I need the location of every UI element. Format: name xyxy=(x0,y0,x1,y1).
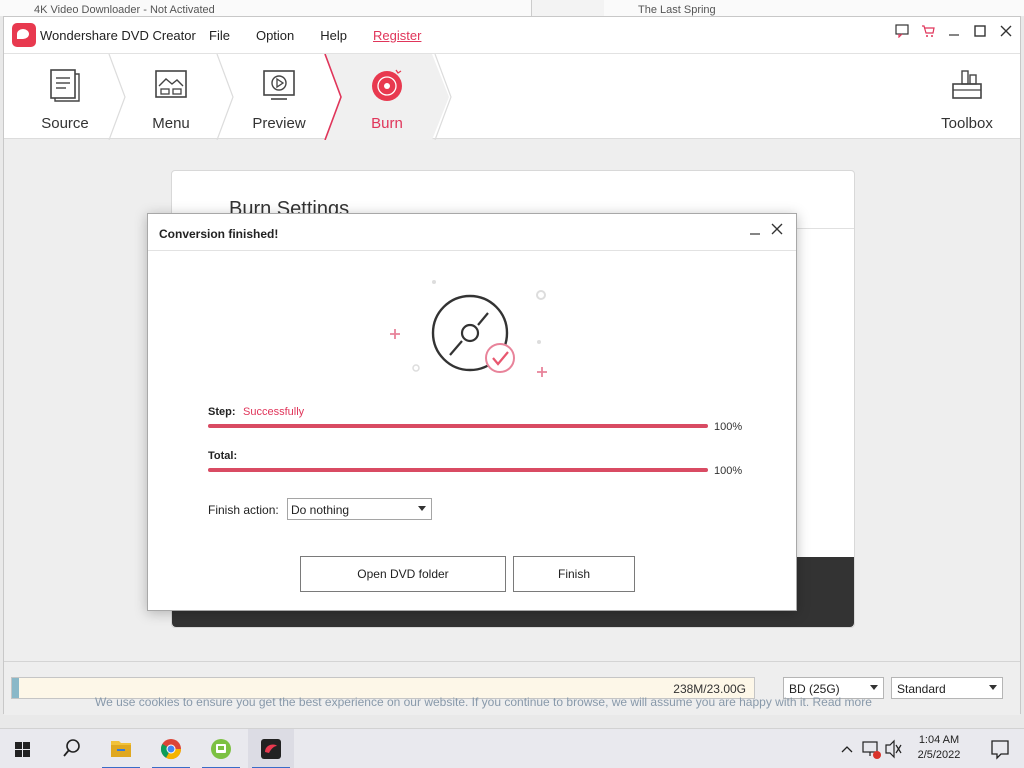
quality-select[interactable]: Standard xyxy=(891,677,1003,699)
disc-success-illustration-icon xyxy=(390,280,547,377)
taskbar-4k-downloader[interactable] xyxy=(198,729,244,768)
disc-type-select[interactable]: BD (25G) xyxy=(783,677,884,699)
step-percent: 100% xyxy=(714,421,743,433)
step-source[interactable]: Source xyxy=(10,54,120,140)
taskbar-clock[interactable]: 1:04 AM 2/5/2022 xyxy=(906,733,972,763)
search-button[interactable] xyxy=(48,729,94,768)
toolbox-icon xyxy=(952,70,982,99)
chrome-icon xyxy=(160,739,182,760)
cookie-notice: We use cookies to ensure you get the bes… xyxy=(95,697,872,709)
taskbar-chrome[interactable] xyxy=(148,729,194,768)
taskbar: 1:04 AM 2/5/2022 xyxy=(0,728,1024,768)
network-icon xyxy=(862,741,878,753)
step-toolbar: Source Menu Preview Burn Toolbox xyxy=(4,53,1022,140)
search-icon xyxy=(63,739,80,757)
menu-register[interactable]: Register xyxy=(373,28,421,43)
capacity-used-fill xyxy=(12,678,20,698)
step-burn[interactable]: Burn xyxy=(332,54,442,140)
title-bar: Wondershare DVD Creator File Option Help… xyxy=(4,17,1020,53)
background-window-right[interactable]: The Last Spring xyxy=(604,0,1024,16)
total-progress-fill xyxy=(208,468,708,472)
background-window-right-title: The Last Spring xyxy=(638,4,716,16)
volume-icon xyxy=(885,739,895,759)
dialog-title: Conversion finished! xyxy=(159,227,279,241)
system-tray xyxy=(838,729,904,768)
notification-icon xyxy=(991,740,1009,760)
app-title: Wondershare DVD Creator xyxy=(40,28,196,43)
dialog-close-icon[interactable] xyxy=(770,222,784,241)
close-icon[interactable] xyxy=(998,24,1014,41)
finish-action-select[interactable]: Do nothing xyxy=(287,498,432,520)
step-source-label: Source xyxy=(41,115,89,132)
taskbar-file-explorer[interactable] xyxy=(98,729,144,768)
finish-action-label: Finish action: xyxy=(208,503,279,517)
window-controls xyxy=(894,24,1014,41)
step-progress-fill xyxy=(208,424,708,428)
windows-logo-icon xyxy=(15,742,30,757)
background-window-left-title: 4K Video Downloader - Not Activated xyxy=(34,4,215,16)
step-separator-chevron xyxy=(434,54,452,140)
step-status: Successfully xyxy=(243,406,305,418)
chevron-down-icon xyxy=(418,506,426,511)
background-window-left[interactable]: 4K Video Downloader - Not Activated xyxy=(0,0,532,16)
finish-action-value: Do nothing xyxy=(291,503,350,517)
start-button[interactable] xyxy=(0,729,46,768)
step-progress-bar xyxy=(208,424,708,428)
dialog-minimize-icon[interactable] xyxy=(748,222,762,239)
dialog-header: Conversion finished! xyxy=(148,214,796,251)
menu-bar: File Option Help Register xyxy=(209,28,447,43)
menu-option[interactable]: Option xyxy=(256,28,294,43)
total-progress-bar xyxy=(208,468,708,472)
step-preview[interactable]: Preview xyxy=(224,54,334,140)
menu-help[interactable]: Help xyxy=(320,28,347,43)
conversion-dialog: Conversion finished! Step: Successfully … xyxy=(147,213,797,611)
background-windows: 4K Video Downloader - Not Activated The … xyxy=(0,0,1024,16)
notifications-button[interactable] xyxy=(976,729,1024,768)
app-logo-icon xyxy=(12,23,36,47)
step-preview-label: Preview xyxy=(252,115,306,132)
finish-button[interactable]: Finish xyxy=(513,556,635,592)
toolbox-label: Toolbox xyxy=(941,115,993,132)
toolbox-button[interactable]: Toolbox xyxy=(912,54,1022,140)
minimize-icon[interactable] xyxy=(946,24,962,41)
feedback-icon[interactable] xyxy=(894,24,910,41)
dvd-creator-icon xyxy=(261,739,281,759)
step-menu-label: Menu xyxy=(152,115,190,132)
folder-icon xyxy=(111,741,131,757)
total-label: Total: xyxy=(208,450,238,462)
disc-capacity-bar: 238M/23.00G xyxy=(11,677,755,699)
step-burn-label: Burn xyxy=(371,115,403,132)
taskbar-dvd-creator[interactable] xyxy=(248,729,294,768)
clock-date: 2/5/2022 xyxy=(917,749,961,761)
maximize-icon[interactable] xyxy=(972,24,988,41)
quality-value: Standard xyxy=(897,682,946,696)
chevron-down-icon xyxy=(870,685,878,690)
source-document-icon xyxy=(50,69,80,102)
open-dvd-folder-button[interactable]: Open DVD folder xyxy=(300,556,506,592)
clock-time: 1:04 AM xyxy=(918,734,960,746)
preview-play-icon xyxy=(263,70,295,100)
total-percent: 100% xyxy=(714,465,743,477)
capacity-text: 238M/23.00G xyxy=(673,682,746,696)
chevron-up-icon xyxy=(841,746,853,753)
menu-file[interactable]: File xyxy=(209,28,230,43)
step-menu[interactable]: Menu xyxy=(116,54,226,140)
menu-template-icon xyxy=(155,70,187,98)
step-label: Step: xyxy=(208,406,236,418)
downloader-icon xyxy=(211,739,231,759)
chevron-down-icon xyxy=(989,685,997,690)
burn-disc-icon xyxy=(372,69,402,101)
cart-icon[interactable] xyxy=(920,24,936,41)
disc-type-value: BD (25G) xyxy=(789,682,840,696)
